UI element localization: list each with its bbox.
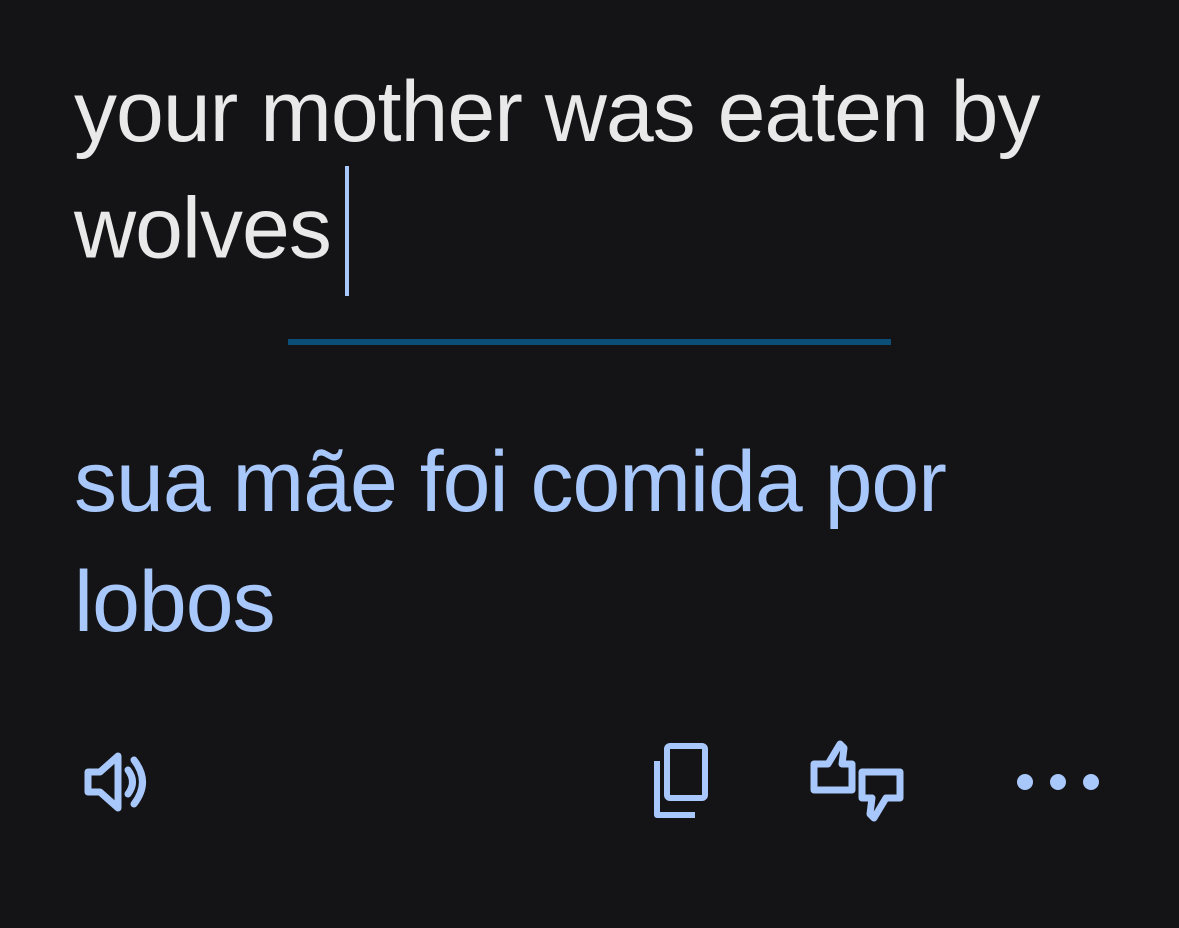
more-horizontal-icon	[1013, 772, 1103, 792]
source-text-input[interactable]: your mother was eaten by wolves	[74, 54, 1124, 300]
copy-button[interactable]	[636, 736, 720, 826]
source-text: your mother was eaten by wolves	[74, 64, 1041, 277]
copy-icon	[643, 741, 713, 821]
volume-icon	[78, 746, 150, 818]
divider	[288, 339, 891, 345]
listen-button[interactable]	[72, 740, 156, 824]
translation-text: sua mãe foi comida por lobos	[74, 434, 947, 650]
rate-translation-button[interactable]	[804, 732, 908, 832]
thumbs-up-down-icon	[806, 734, 906, 830]
more-options-button[interactable]	[1008, 752, 1108, 812]
text-cursor	[344, 166, 349, 296]
